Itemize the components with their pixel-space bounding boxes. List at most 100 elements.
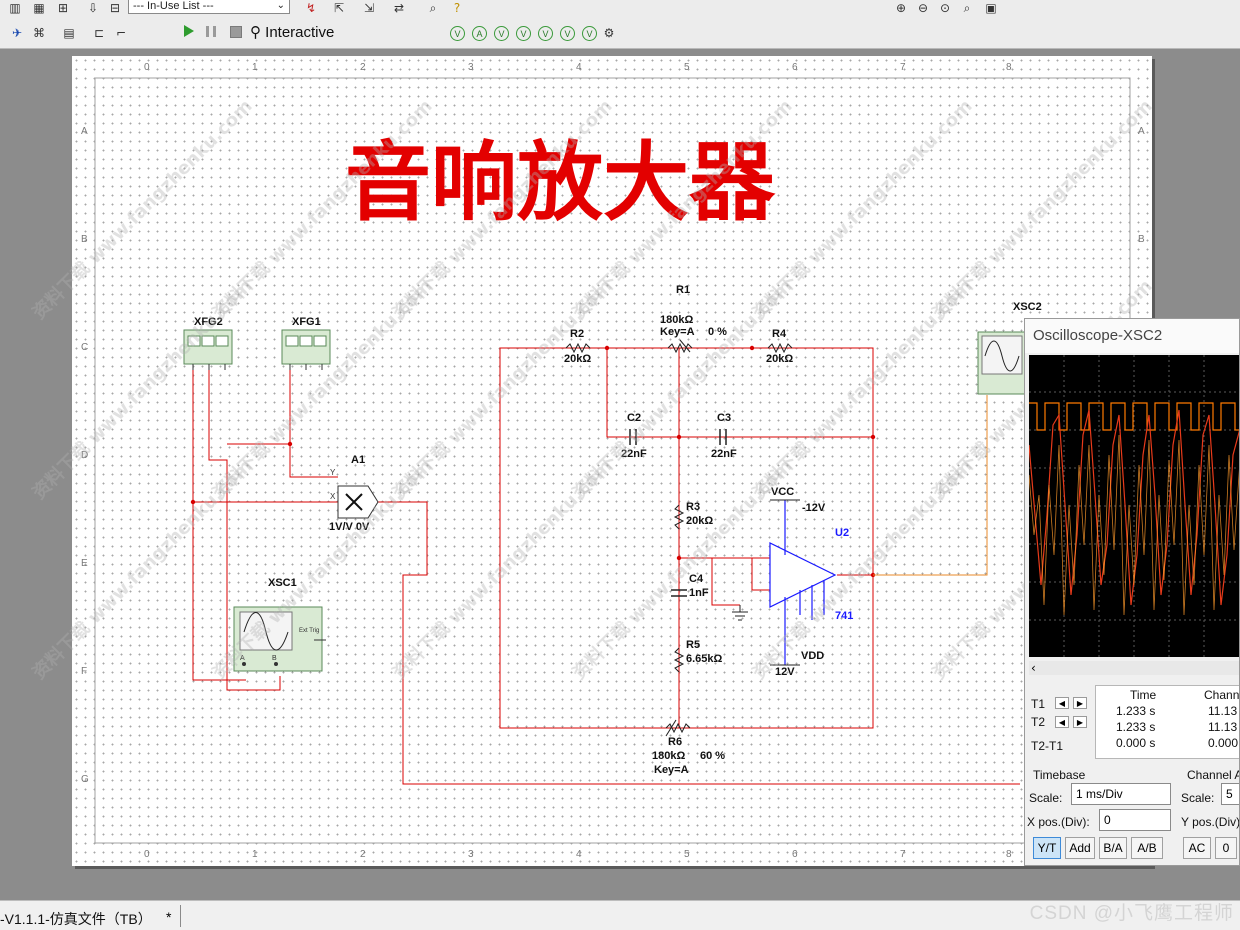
a1-pin-y: Y (330, 468, 336, 477)
r6-value: 180kΩ (652, 750, 685, 762)
border-row-label: B (81, 234, 88, 245)
xsc2-label: XSC2 (1013, 301, 1042, 313)
diff-channel-value: 0.000 (1208, 736, 1239, 750)
vcc-voltage: -12V (802, 502, 826, 514)
component-labels: R1 180kΩ Key=A 0 % R2 20kΩ R4 20kΩ C2 22… (564, 284, 826, 776)
function-generator-xfg1[interactable] (281, 329, 331, 370)
r6-key: Key=A (654, 764, 689, 776)
design-tab-title[interactable]: -V1.1.1-仿真文件（TB） (0, 909, 152, 929)
add-mode-button[interactable]: Add (1065, 837, 1095, 859)
oscilloscope-scrollbar[interactable]: ‹ (1029, 661, 1239, 675)
border-row-label: C (81, 342, 88, 353)
border-col-label: 0 (144, 849, 150, 860)
ground-symbol (732, 605, 748, 621)
c3-value: 22nF (711, 448, 737, 460)
r5-name: R5 (686, 639, 700, 651)
u2-label: U2 (835, 527, 849, 539)
ba-mode-button[interactable]: B/A (1099, 837, 1127, 859)
r6-percent: 60 % (700, 750, 725, 762)
border-row-label: G (81, 774, 89, 785)
r3-value: 20kΩ (686, 515, 713, 527)
t1-right-arrow-icon[interactable]: ▶ (1073, 697, 1087, 709)
oscilloscope-screen (1029, 355, 1239, 657)
r5-value: 6.65kΩ (686, 653, 723, 665)
border-col-label: 1 (252, 62, 258, 73)
xsc1-ext-trig: Ext Trig (299, 628, 319, 634)
svg-text:资料下载 www.fangzhenku.com: 资料下载 www.fangzhenku.com (28, 275, 257, 504)
r3-name: R3 (686, 501, 700, 513)
t1-channel-value: 11.13 (1208, 704, 1238, 718)
col-channel-header: Channe (1204, 688, 1240, 702)
tab-divider (180, 905, 181, 927)
border-col-label: 3 (468, 62, 474, 73)
xpos-label: X pos.(Div): (1027, 815, 1090, 829)
diff-time-value: 0.000 s (1116, 736, 1156, 750)
border-col-label: 2 (360, 62, 366, 73)
cursor-readout-table: Time Channe 1.233 s 11.13 1.233 s 11.13 … (1095, 685, 1240, 759)
border-col-label: 6 (792, 62, 798, 73)
border-col-label: 8 (1006, 849, 1012, 860)
border-col-label: 2 (360, 849, 366, 860)
r4-value: 20kΩ (766, 353, 793, 365)
oscilloscope-window[interactable]: Oscilloscope-XSC2 ‹ T1 ◀ ▶ T2 ◀ ▶ T2-T1 … (1024, 318, 1240, 866)
border-row-label: E (81, 558, 88, 569)
vdd-label: VDD (801, 650, 824, 662)
t2-time-value: 1.233 s (1116, 720, 1156, 734)
t1-time-value: 1.233 s (1116, 704, 1156, 718)
border-col-label: 7 (900, 62, 906, 73)
channel-scale-label: Scale: (1181, 791, 1215, 805)
border-col-label: 6 (792, 849, 798, 860)
cursor-diff-label: T2-T1 (1031, 739, 1064, 753)
a1-label: A1 (351, 454, 365, 466)
border-col-label: 0 (144, 62, 150, 73)
channel-scale-field[interactable]: 5 (1221, 783, 1239, 805)
border-col-label: 1 (252, 849, 258, 860)
timebase-scale-label: Scale: (1029, 791, 1063, 805)
t2-right-arrow-icon[interactable]: ▶ (1073, 716, 1087, 728)
border-col-label: 8 (1006, 62, 1012, 73)
ypos-label: Y pos.(Div): (1181, 815, 1240, 829)
c3-name: C3 (717, 412, 731, 424)
cursor-t2-label: T2 (1031, 715, 1046, 729)
u2-model: 741 (835, 610, 853, 622)
r2-value: 20kΩ (564, 353, 591, 365)
oscilloscope-xsc2[interactable] (977, 331, 1027, 395)
border-col-label: 5 (684, 62, 690, 73)
channel-group-label: Channel A (1187, 768, 1240, 782)
r1-value: 180kΩ (660, 314, 693, 326)
xsc1-channel-b: B (272, 655, 277, 662)
border-row-label: F (81, 666, 87, 677)
border-col-label: 4 (576, 62, 582, 73)
c4-value: 1nF (689, 587, 709, 599)
svg-text:资料下载 www.fangzhenku.com: 资料下载 www.fangzhenku.com (568, 455, 797, 684)
svg-text:资料下载 www.fangzhenku.com: 资料下载 www.fangzhenku.com (388, 455, 617, 684)
a1-pin-x: X (330, 492, 336, 501)
timebase-scale-field[interactable]: 1 ms/Div (1071, 783, 1171, 805)
ab-mode-button[interactable]: A/B (1131, 837, 1163, 859)
t1-left-arrow-icon[interactable]: ◀ (1055, 697, 1069, 709)
border-col-label: 4 (576, 849, 582, 860)
modified-indicator: * (166, 909, 172, 925)
t2-left-arrow-icon[interactable]: ◀ (1055, 716, 1069, 728)
xpos-field[interactable]: 0 (1099, 809, 1171, 831)
zero-coupling-button[interactable]: 0 (1215, 837, 1237, 859)
timebase-group-label: Timebase (1033, 768, 1086, 782)
oscilloscope-title[interactable]: Oscilloscope-XSC2 (1025, 319, 1239, 353)
svg-text:资料下载 www.fangzhenku.com: 资料下载 www.fangzhenku.com (28, 455, 257, 684)
col-time-header: Time (1130, 688, 1157, 702)
t2-channel-value: 11.13 (1208, 720, 1238, 734)
chevron-left-icon[interactable]: ‹ (1031, 661, 1036, 675)
ac-coupling-button[interactable]: AC (1183, 837, 1211, 859)
yt-mode-button[interactable]: Y/T (1033, 837, 1061, 859)
border-row-label: B (1138, 234, 1145, 245)
csdn-watermark: CSDN @小飞鹰工程师 (1029, 903, 1234, 924)
border-col-label: 3 (468, 849, 474, 860)
border-col-label: 7 (900, 849, 906, 860)
r1-name: R1 (676, 284, 690, 296)
cursor-t1-label: T1 (1031, 697, 1046, 711)
r4-name: R4 (772, 328, 787, 340)
r1-key: Key=A (660, 326, 695, 338)
border-col-label: 5 (684, 849, 690, 860)
xfg1-label: XFG1 (292, 316, 321, 328)
svg-text:资料下载 www.fangzhenku.com: 资料下载 www.fangzhenku.com (28, 95, 257, 324)
